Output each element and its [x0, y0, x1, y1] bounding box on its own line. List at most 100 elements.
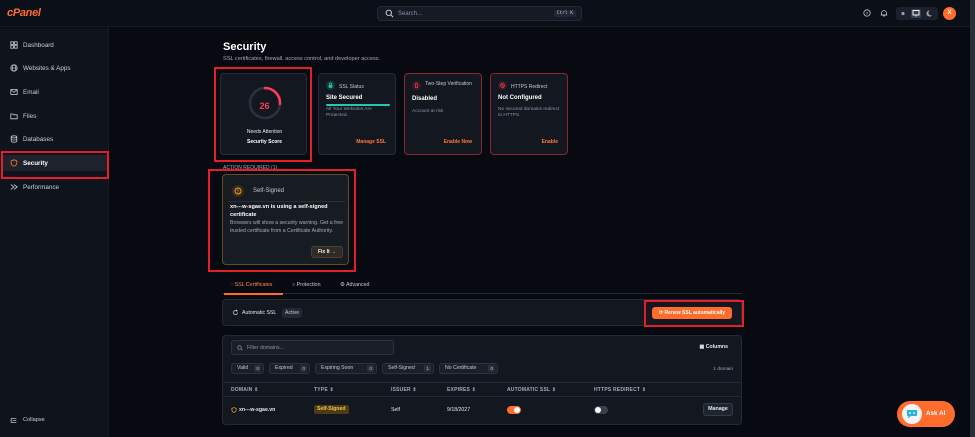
https-redirect-toggle[interactable]: [594, 406, 608, 414]
filter-placeholder: Filter domains...: [247, 345, 284, 351]
active-tab-indicator: [224, 293, 283, 295]
chip-count: 0: [300, 365, 307, 372]
action-required-card: Self-Signed xn---w-sgae.vn is using a se…: [222, 174, 349, 265]
chip-expiring-soon[interactable]: Expiring Soon 0: [315, 363, 377, 374]
collapse-icon: [10, 418, 17, 423]
col-label: HTTPS REDIRECT: [594, 387, 641, 393]
top-bar: cPanel Search... Ctrl K ? X: [0, 0, 975, 27]
two-step-desc: Account at risk: [412, 109, 444, 114]
sort-icon: ⇕: [551, 387, 557, 393]
avatar[interactable]: X: [943, 7, 956, 20]
ssl-status-title: SSL Status: [339, 84, 364, 90]
chip-valid[interactable]: Valid 0: [231, 363, 264, 374]
database-icon: [10, 135, 18, 143]
collapse-label: Collapse: [23, 417, 45, 423]
mail-icon: [10, 89, 18, 95]
chip-expired[interactable]: Expired 0: [269, 363, 310, 374]
sun-icon[interactable]: [898, 9, 908, 18]
automatic-ssl-toggle[interactable]: [507, 406, 521, 414]
enable-https-link[interactable]: Enable: [542, 139, 558, 145]
lock-icon: [326, 81, 335, 90]
sidebar-item-dashboard[interactable]: Dashboard: [0, 37, 109, 53]
tab-advanced[interactable]: ⚙ Advanced: [340, 282, 370, 288]
chip-label: Expired: [275, 365, 293, 371]
theme-switcher[interactable]: [896, 7, 938, 20]
sidebar-item-label: Websites & Apps: [23, 64, 71, 72]
enable-two-step-link[interactable]: Enable Now: [444, 139, 472, 145]
columns-button[interactable]: ▦ Columns: [699, 344, 728, 350]
search-input[interactable]: Search... Ctrl K: [377, 6, 582, 21]
ssl-status-value: Site Secured: [326, 95, 363, 101]
domain-count: 1 domain: [713, 367, 733, 372]
tab-ssl-certificates[interactable]: ◌ SSL Certificates: [230, 282, 272, 288]
chip-label: No Certificate: [445, 365, 477, 371]
two-step-card: Two-Step Verification Disabled Account a…: [404, 73, 482, 155]
renew-ssl-label: Renew SSL automatically: [664, 310, 726, 316]
chip-label: Expiring Soon: [321, 365, 354, 371]
ask-ai-label: Ask AI: [926, 410, 946, 417]
window-scrollbar[interactable]: [970, 0, 975, 437]
col-automatic-ssl[interactable]: AUTOMATIC SSL ⇕: [507, 387, 556, 393]
page-subtitle: SSL certificates, firewall, access contr…: [223, 56, 381, 62]
https-redirect-desc: No secured domains redirect to HTTPS.: [498, 107, 560, 118]
ssl-status-card: SSL Status Site Secured All Your Website…: [318, 73, 396, 155]
moon-icon[interactable]: [924, 9, 934, 18]
col-expires[interactable]: EXPIRES ⇕: [447, 387, 476, 393]
refresh-icon: [233, 309, 238, 315]
collapse-sidebar-button[interactable]: Collapse: [10, 417, 45, 426]
sidebar-item-security[interactable]: Security: [2, 155, 107, 171]
chip-self-signed[interactable]: Self-Signed 1: [382, 363, 434, 374]
chip-count: 1: [424, 365, 431, 372]
warning-icon: [232, 185, 244, 197]
manage-button[interactable]: Manage: [703, 403, 733, 416]
tab-protection[interactable]: ○ Protection: [292, 282, 321, 288]
col-label: TYPE: [314, 387, 328, 393]
sidebar-item-websites[interactable]: Websites & Apps: [0, 60, 109, 76]
fix-it-button[interactable]: Fix It →: [311, 246, 343, 258]
performance-icon: [10, 184, 18, 190]
action-type: Self-Signed: [253, 188, 285, 194]
sidebar-item-label: Security: [23, 159, 48, 167]
col-domain[interactable]: DOMAIN ⇕: [231, 387, 258, 393]
sidebar-item-label: Email: [23, 88, 39, 96]
table-header: DOMAIN ⇕ TYPE ⇕ ISSUER ⇕ EXPIRES ⇕ AUTOM…: [223, 382, 741, 397]
redirect-icon: [498, 81, 507, 90]
two-step-title: Two-Step Verification: [425, 81, 472, 87]
col-https-redirect[interactable]: HTTPS REDIRECT ⇕: [594, 387, 646, 393]
search-icon: [237, 345, 243, 351]
col-label: EXPIRES: [447, 387, 471, 393]
ask-ai-button[interactable]: Ask AI: [897, 401, 955, 427]
chip-no-certificate[interactable]: No Certificate 0: [439, 363, 498, 374]
svg-text:?: ?: [866, 11, 869, 17]
security-score-status: Needs Attention: [246, 129, 283, 135]
security-score-value: 26: [259, 101, 270, 111]
sidebar: Dashboard Websites & Apps Email Files Da…: [0, 28, 109, 437]
sort-icon: ⇕: [641, 387, 647, 393]
bell-icon[interactable]: [880, 9, 888, 17]
chip-count: 0: [488, 365, 495, 372]
globe-icon: [10, 64, 18, 72]
manage-ssl-link[interactable]: Manage SSL: [356, 139, 386, 145]
https-redirect-value: Not Configured: [498, 95, 542, 101]
sidebar-item-email[interactable]: Email: [0, 84, 109, 100]
col-issuer[interactable]: ISSUER ⇕: [391, 387, 417, 393]
sidebar-item-databases[interactable]: Databases: [0, 131, 109, 147]
search-shortcut: Ctrl K: [553, 10, 576, 17]
fix-it-label: Fix It: [317, 249, 330, 255]
renew-ssl-button[interactable]: ⟳ Renew SSL automatically: [652, 307, 732, 319]
sort-icon: ⇕: [329, 387, 334, 393]
shield-icon: [10, 159, 18, 167]
col-type[interactable]: TYPE ⇕: [314, 387, 334, 393]
two-step-value: Disabled: [412, 96, 438, 102]
cpanel-logo[interactable]: cPanel: [7, 7, 41, 19]
https-redirect-title: HTTPS Redirect: [511, 84, 548, 90]
tab-label: Advanced: [345, 282, 370, 288]
security-score-label: Security Score: [246, 139, 283, 145]
sidebar-item-files[interactable]: Files: [0, 108, 109, 124]
action-description: Browsers will show a security warning. G…: [230, 220, 344, 234]
monitor-icon[interactable]: [911, 9, 921, 18]
chip-label: Valid: [237, 365, 249, 371]
sidebar-item-performance[interactable]: Performance: [0, 179, 109, 195]
help-icon[interactable]: ?: [863, 9, 871, 17]
filter-domains-input[interactable]: Filter domains...: [231, 340, 394, 355]
